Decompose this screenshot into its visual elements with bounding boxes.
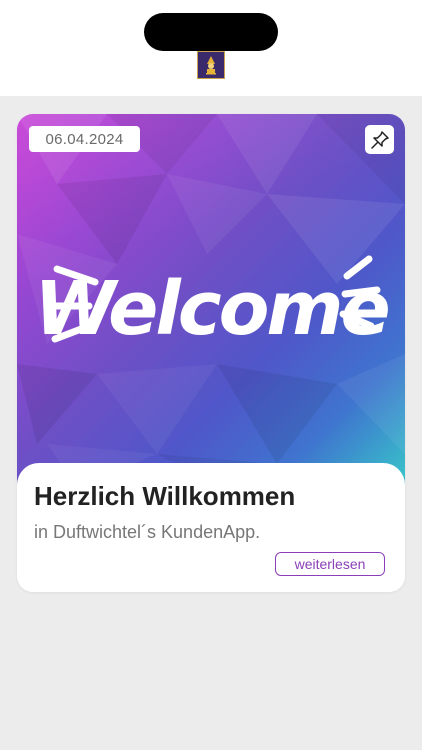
welcome-graphic: Welcome — [17, 254, 405, 364]
post-subtitle: in Duftwichtel´s KundenApp. — [34, 522, 261, 542]
post-title: Herzlich Willkommen — [34, 481, 296, 511]
post-date: 06.04.2024 — [29, 126, 140, 152]
post-image: Welcome 06.04.2024 — [17, 114, 405, 486]
pin-button[interactable] — [365, 125, 394, 154]
app-logo-icon[interactable] — [197, 51, 225, 79]
welcome-text: Welcome — [34, 266, 390, 352]
pin-icon — [370, 130, 389, 149]
gnome-logo-icon — [206, 56, 216, 75]
post-content: Herzlich Willkommen in Duftwichtel´s Kun… — [17, 463, 405, 592]
camera-notch — [144, 13, 278, 51]
app-header — [0, 0, 422, 96]
news-card[interactable]: Welcome 06.04.2024 Herzlich Willkommen i… — [17, 114, 405, 592]
read-more-button[interactable]: weiterlesen — [275, 552, 385, 576]
